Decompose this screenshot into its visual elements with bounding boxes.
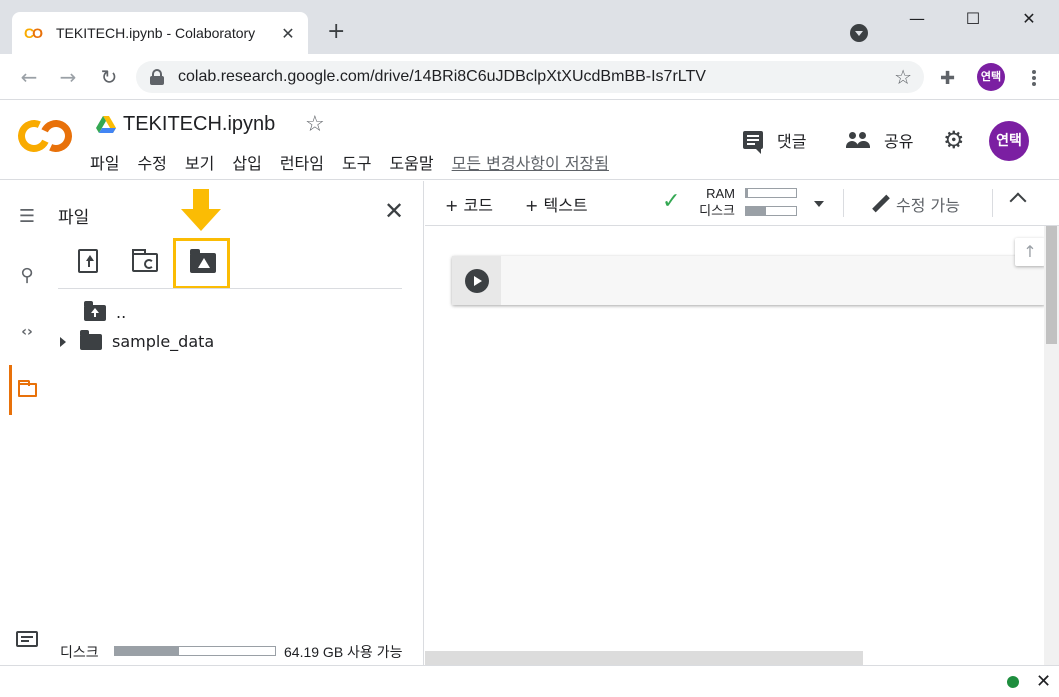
table-of-contents-icon[interactable]: ☰ <box>15 205 39 229</box>
panel-divider <box>58 288 402 289</box>
notebook-toolbar: + 코드 + 텍스트 ✓ RAM 디스크 수정 가능 <box>425 181 1059 226</box>
resource-disk-label: 디스크 <box>699 203 735 218</box>
terminal-icon[interactable] <box>16 631 38 647</box>
search-icon[interactable]: ⚲ <box>15 264 39 288</box>
colab-profile-avatar[interactable]: 연택 <box>989 121 1029 161</box>
share-label: 공유 <box>884 132 914 151</box>
reload-icon[interactable]: ↻ <box>96 64 122 90</box>
upload-button[interactable] <box>78 249 106 277</box>
colab-favicon-icon: CO <box>24 25 43 41</box>
status-indicator-icon <box>1007 676 1019 688</box>
notebook-title[interactable]: TEKITECH.ipynb <box>123 113 275 136</box>
tab-search-icon[interactable] <box>850 24 868 42</box>
menu-runtime[interactable]: 런타임 <box>280 150 324 174</box>
comment-label: 댓글 <box>777 132 807 151</box>
save-status-link[interactable]: 모든 변경사항이 저장됨 <box>452 150 609 174</box>
active-indicator <box>9 365 12 415</box>
browser-tab-strip: CO TEKITECH.ipynb - Colaboratory ✕ + — ☐… <box>0 0 1059 54</box>
cell-gutter <box>452 256 501 305</box>
address-bar[interactable]: colab.research.google.com/drive/14BRi8C6… <box>136 61 924 93</box>
window-close-icon[interactable]: ✕ <box>1017 8 1041 32</box>
refresh-folder-icon <box>132 249 158 272</box>
expand-caret-icon[interactable] <box>60 336 66 347</box>
google-drive-icon[interactable] <box>96 116 116 134</box>
comment-icon <box>743 131 763 154</box>
mount-drive-button[interactable] <box>173 238 230 289</box>
tree-item-sample-data[interactable]: sample_data <box>60 329 215 351</box>
browser-tab[interactable]: CO TEKITECH.ipynb - Colaboratory ✕ <box>12 12 308 54</box>
share-button[interactable]: 공유 <box>846 128 913 152</box>
disk-available-text: 64.19 GB 사용 가능 <box>284 644 403 660</box>
ram-label: RAM <box>706 186 735 201</box>
toolbar-divider <box>992 189 993 217</box>
refresh-button[interactable] <box>132 249 160 277</box>
tab-title: TEKITECH.ipynb - Colaboratory <box>56 25 256 41</box>
menu-help[interactable]: 도움말 <box>389 150 433 174</box>
tree-item-label: sample_data <box>112 332 215 351</box>
collapse-header-icon[interactable] <box>1009 192 1027 210</box>
status-close-icon[interactable]: ✕ <box>1036 671 1051 692</box>
add-text-button[interactable]: + 텍스트 <box>525 192 588 216</box>
files-folder-icon[interactable] <box>18 380 37 397</box>
url-text: colab.research.google.com/drive/14BRi8C6… <box>178 68 706 85</box>
upload-file-icon <box>78 249 98 273</box>
disk-label: 디스크 <box>60 645 99 661</box>
maximize-icon[interactable]: ☐ <box>961 8 985 32</box>
colab-logo-icon[interactable] <box>13 115 77 157</box>
edit-pencil-icon <box>869 193 890 213</box>
browser-profile-avatar[interactable]: 연택 <box>977 63 1005 91</box>
left-rail: ☰ ⚲ ‹› <box>0 181 48 665</box>
tree-item-parent[interactable]: .. <box>84 300 127 322</box>
resource-disk-usage-bar <box>745 206 797 216</box>
resource-dropdown-icon[interactable] <box>814 201 824 207</box>
browser-menu-icon[interactable] <box>1024 68 1044 88</box>
close-panel-icon[interactable]: ✕ <box>384 199 404 223</box>
vertical-scrollbar[interactable] <box>1044 226 1059 665</box>
highlight-arrow-icon <box>181 189 221 235</box>
disk-usage-bar <box>114 646 276 656</box>
parent-folder-icon <box>84 300 106 321</box>
ram-usage-bar <box>745 188 797 198</box>
extensions-puzzle-icon[interactable]: ✚ <box>940 68 955 89</box>
code-snippets-icon[interactable]: ‹› <box>15 320 39 344</box>
browser-toolbar: ← → ↻ colab.research.google.com/drive/14… <box>0 54 1059 100</box>
folder-icon <box>80 329 102 350</box>
back-icon[interactable]: ← <box>16 64 42 90</box>
menu-bar: 파일 수정 보기 삽입 런타임 도구 도움말 모든 변경사항이 저장됨 <box>90 150 609 174</box>
resource-monitor[interactable]: RAM 디스크 <box>691 185 735 219</box>
star-notebook-icon[interactable]: ☆ <box>305 112 325 137</box>
new-tab-icon[interactable]: + <box>327 19 345 45</box>
menu-tools[interactable]: 도구 <box>342 150 371 174</box>
settings-gear-icon[interactable]: ⚙ <box>943 128 965 152</box>
menu-insert[interactable]: 삽입 <box>232 150 261 174</box>
menu-file[interactable]: 파일 <box>90 150 119 174</box>
status-bar: ✕ <box>0 665 1059 697</box>
drive-folder-icon <box>190 249 216 273</box>
menu-edit[interactable]: 수정 <box>137 150 166 174</box>
minimize-icon[interactable]: — <box>905 8 929 32</box>
notebook-body: ↑ <box>425 226 1059 665</box>
lock-icon <box>150 69 164 85</box>
tab-close-icon[interactable]: ✕ <box>280 24 296 43</box>
add-code-button[interactable]: + 코드 <box>445 192 493 216</box>
edit-mode-button[interactable]: 수정 가능 <box>896 192 960 216</box>
move-cell-up-icon[interactable]: ↑ <box>1015 238 1045 266</box>
files-panel-title: 파일 <box>58 208 90 228</box>
comment-button[interactable]: 댓글 <box>743 128 807 154</box>
run-cell-icon[interactable] <box>465 269 489 293</box>
code-cell[interactable] <box>452 256 1045 305</box>
toolbar-divider <box>843 189 844 217</box>
forward-icon[interactable]: → <box>55 64 81 90</box>
horizontal-scrollbar[interactable] <box>425 651 863 665</box>
tree-item-label: .. <box>116 303 127 322</box>
bookmark-star-icon[interactable]: ☆ <box>894 65 912 89</box>
files-panel: 파일 ✕ .. sample_data 디스크 64.19 GB 사용 가능 <box>48 181 424 665</box>
menu-view[interactable]: 보기 <box>185 150 214 174</box>
people-icon <box>846 132 870 148</box>
connected-check-icon: ✓ <box>662 189 681 214</box>
